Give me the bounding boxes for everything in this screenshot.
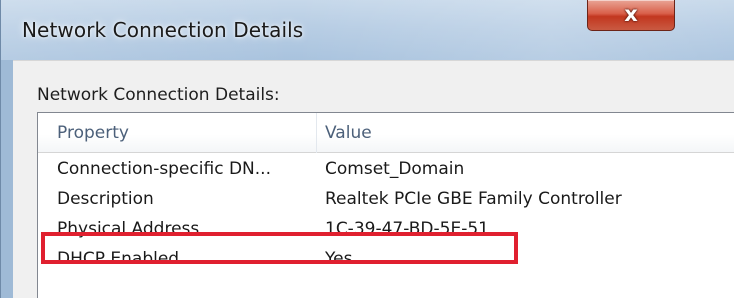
column-header-value[interactable]: Value — [325, 123, 372, 143]
column-header-property[interactable]: Property — [57, 123, 129, 143]
row-value: Comset_Domain — [325, 159, 465, 179]
highlight-box — [41, 232, 518, 264]
close-button[interactable]: x — [587, 0, 675, 31]
dialog-window: Network Connection Details x Network Con… — [0, 0, 734, 298]
row-property: Description — [57, 189, 154, 209]
window-title: Network Connection Details — [22, 18, 304, 42]
group-label: Network Connection Details: — [37, 85, 280, 105]
title-bar[interactable]: Network Connection Details x — [1, 0, 734, 60]
close-icon: x — [624, 2, 638, 26]
details-list[interactable]: Property Value Connection-specific DN...… — [37, 112, 734, 298]
list-header: Property Value — [38, 113, 734, 153]
column-divider[interactable] — [316, 113, 317, 153]
row-property: Connection-specific DN... — [57, 159, 271, 179]
list-row[interactable]: Description Realtek PCIe GBE Family Cont… — [38, 185, 734, 215]
row-value: Realtek PCIe GBE Family Controller — [325, 189, 622, 209]
list-row[interactable]: Connection-specific DN... Comset_Domain — [38, 155, 734, 185]
